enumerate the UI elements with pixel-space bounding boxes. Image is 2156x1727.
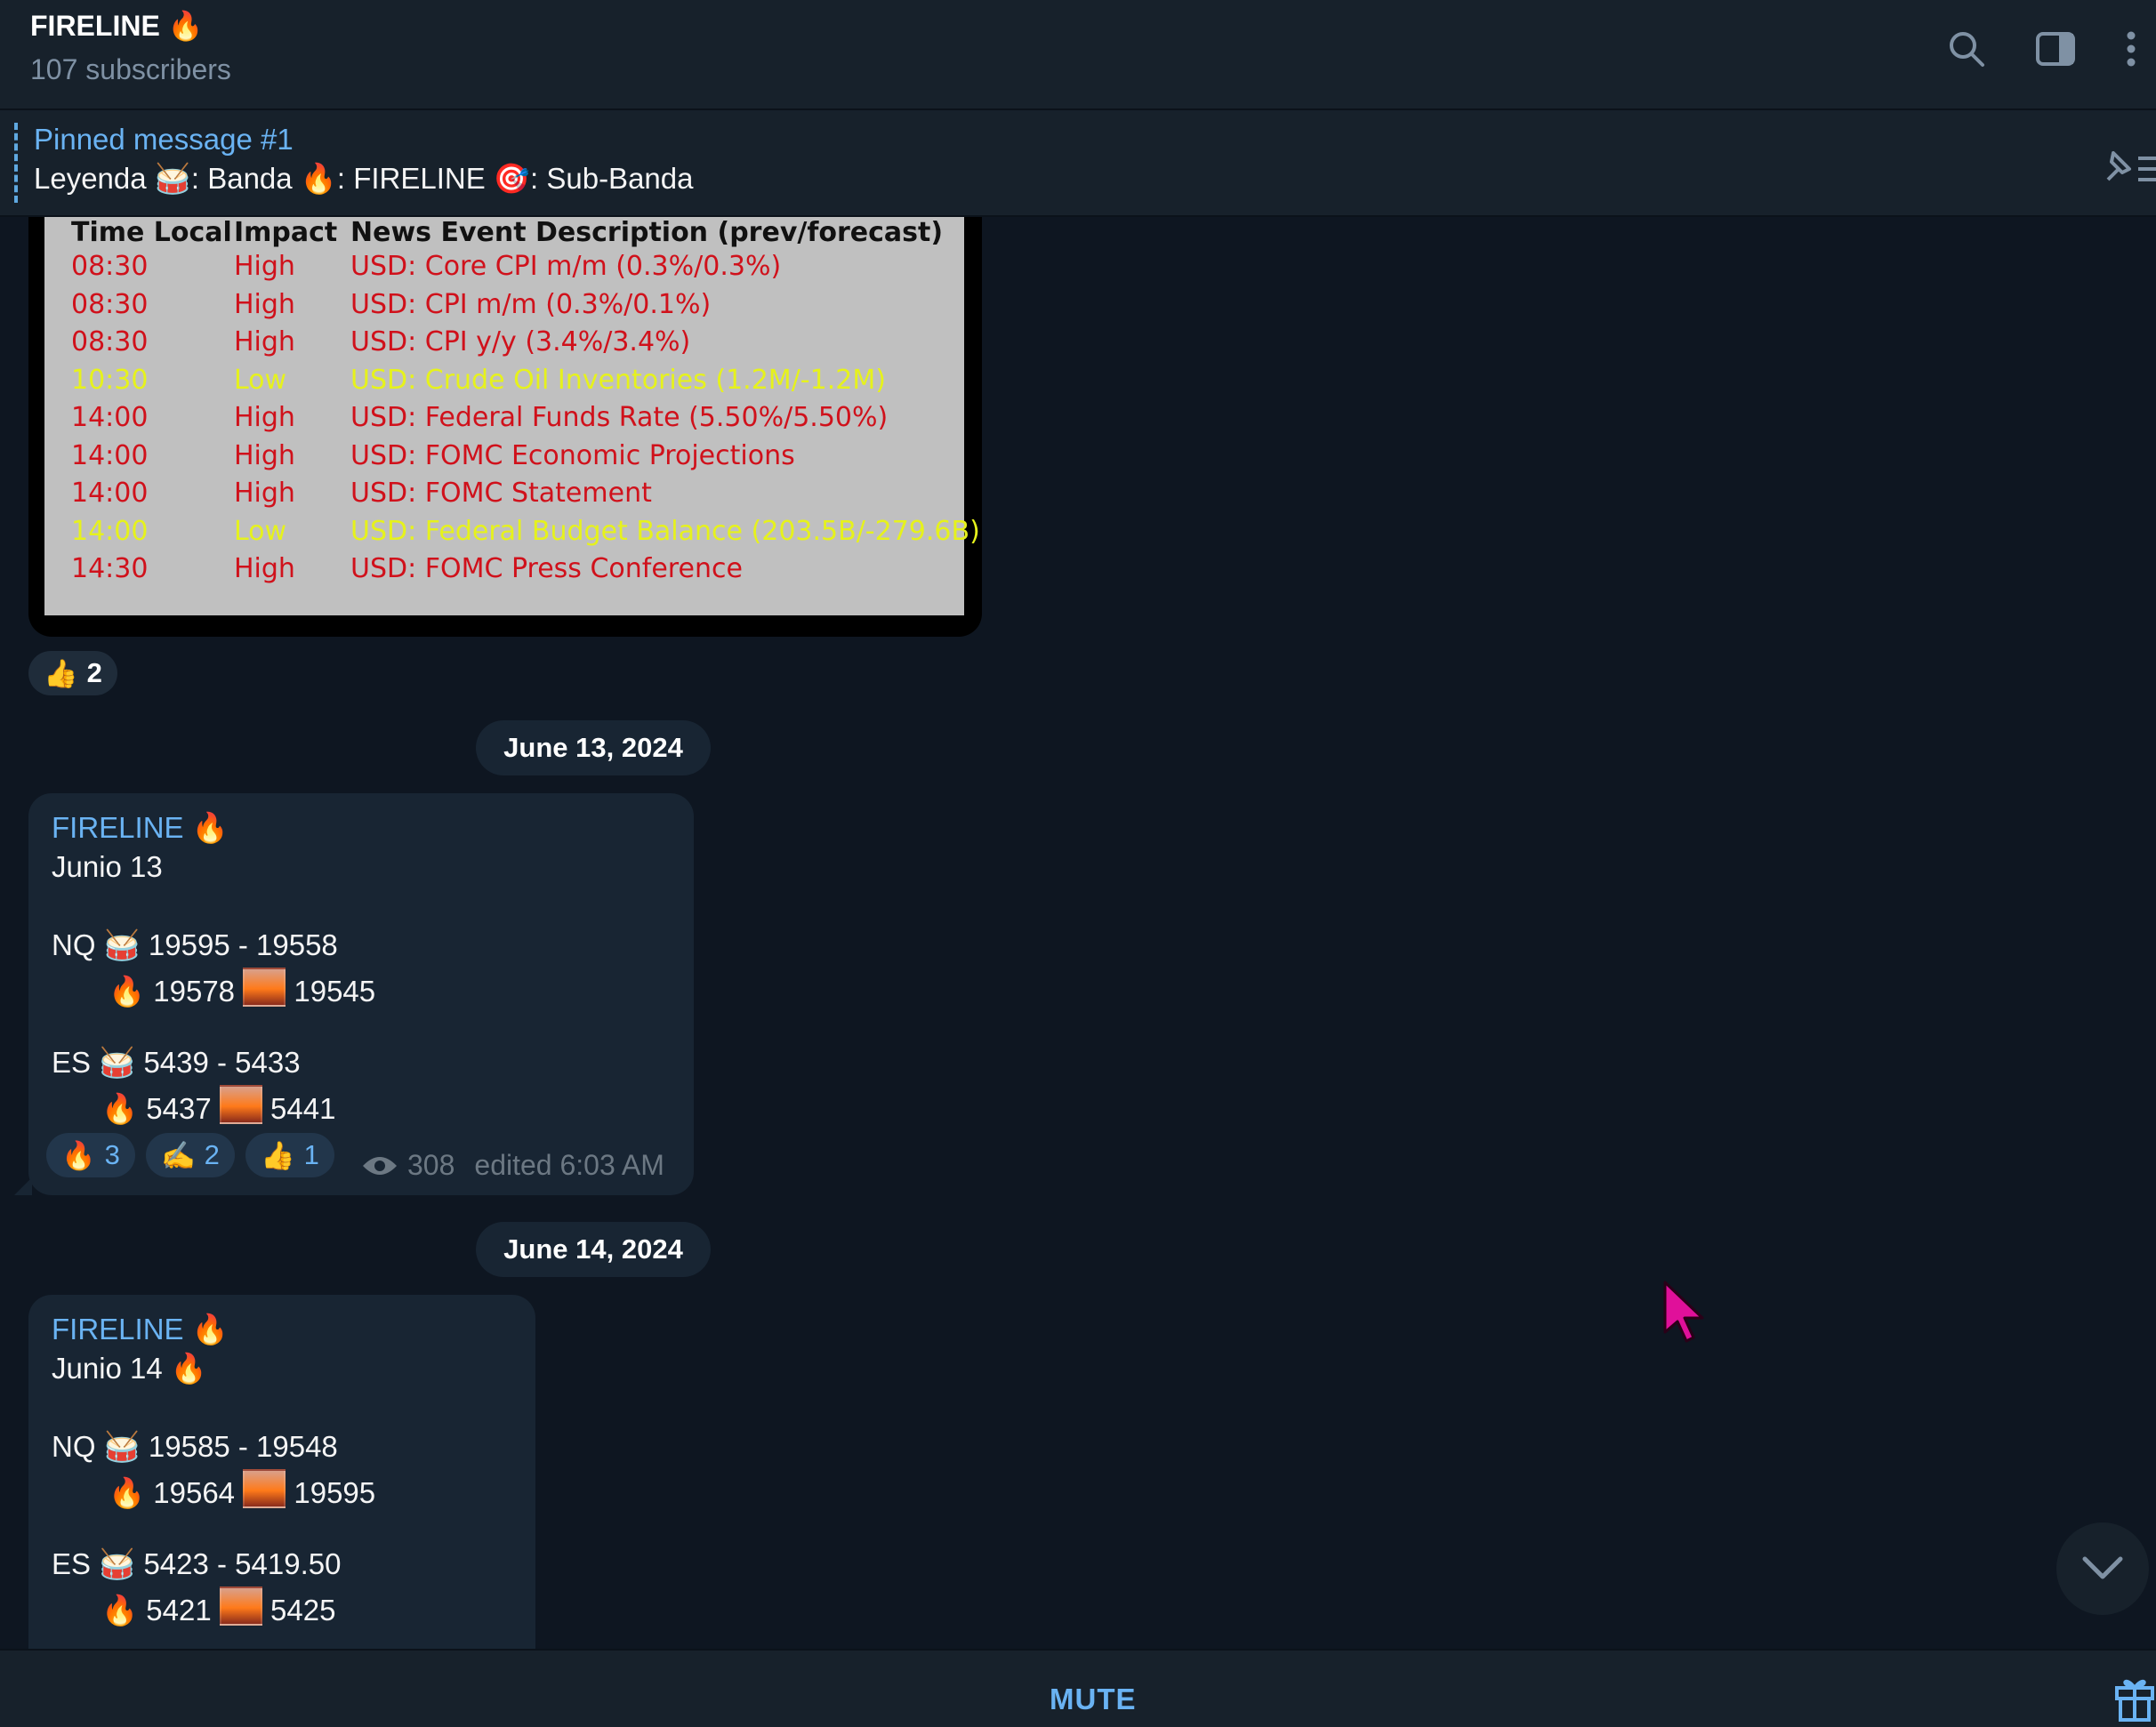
pinned-list-icon[interactable] [2099,146,2156,191]
reaction-emoji: 🔥 [61,1139,96,1171]
news-time-cell: 10:30 [71,364,149,396]
news-header-impact: Impact [234,217,338,248]
sunset-icon [219,1586,262,1626]
message-sender[interactable]: FIRELINE 🔥 [52,1313,229,1347]
sunset-icon [243,968,286,1007]
news-impact-cell: Low [234,515,287,547]
nq-sunset-level: 19545 [294,975,376,1008]
nq-range: NQ 🥁 19585 - 19548 [52,1430,338,1463]
message-title: Junio 13 [52,850,163,883]
edited-time: edited 6:03 AM [474,1149,664,1181]
nq-sunset-level: 19595 [294,1476,376,1509]
nq-fire-level: 19578 [153,975,236,1008]
search-icon[interactable] [1944,27,1989,71]
es-levels: 🔥 5437 5441 [101,1085,335,1127]
mouse-cursor-icon [1661,1281,1708,1349]
news-time-cell: 14:00 [71,515,149,547]
pinned-message-bar[interactable]: Pinned message #1 Leyenda 🥁: Banda 🔥: FI… [0,110,2156,217]
sunset-icon [219,1085,262,1124]
mute-button[interactable]: MUTE [1050,1683,1137,1716]
reaction-writing-hand[interactable]: ✍️ 2 [146,1133,235,1177]
reaction-count: 2 [204,1139,220,1170]
date-separator: June 13, 2024 [476,720,711,775]
news-desc-cell: USD: CPI y/y (3.4%/3.4%) [350,326,691,357]
es-levels: 🔥 5421 5425 [101,1586,335,1628]
reaction-thumbs-up[interactable]: 👍 1 [245,1133,334,1177]
sidebar-toggle-icon[interactable] [2033,27,2078,71]
subscriber-count: 107 subscribers [30,53,231,85]
sunset-icon [243,1469,286,1508]
es-fire-level: 5421 [146,1594,212,1627]
news-impact-cell: High [234,478,295,509]
reaction-emoji: 👍 [261,1139,295,1171]
news-desc-cell: USD: FOMC Press Conference [350,553,743,584]
news-time-cell: 14:00 [71,439,149,471]
pinned-indicator [14,123,21,203]
news-desc-cell: USD: Federal Budget Balance (203.5B/-279… [350,515,980,547]
news-impact-cell: High [234,251,295,282]
news-impact-cell: High [234,439,295,471]
scroll-to-bottom-button[interactable] [2056,1522,2149,1615]
news-desc-cell: USD: FOMC Economic Projections [350,439,795,471]
news-impact-cell: High [234,326,295,357]
es-range: ES 🥁 5439 - 5433 [52,1046,301,1079]
reaction-fire[interactable]: 🔥 3 [46,1133,135,1177]
news-desc-cell: USD: Core CPI m/m (0.3%/0.3%) [350,251,782,282]
nq-range: NQ 🥁 19595 - 19558 [52,928,338,961]
nq-levels: 🔥 19564 19595 [109,1469,375,1511]
pinned-text: Leyenda 🥁: Banda 🔥: FIRELINE 🎯: Sub-Band… [34,162,694,195]
nq-fire-level: 19564 [153,1476,236,1509]
gift-icon[interactable] [2113,1672,2156,1726]
reaction-emoji: ✍️ [161,1139,196,1171]
chevron-down-icon [2082,1556,2123,1579]
news-header-desc: News Event Description (prev/forecast) [350,217,944,248]
message-meta: 308 edited 6:03 AM [361,1149,664,1182]
news-desc-cell: USD: Crude Oil Inventories (1.2M/-1.2M) [350,364,886,396]
es-sunset-level: 5425 [270,1594,336,1627]
nq-levels: 🔥 19578 19545 [109,968,375,1009]
news-time-cell: 08:30 [71,251,149,282]
news-desc-cell: USD: Federal Funds Rate (5.50%/5.50%) [350,402,889,433]
reaction-count: 1 [303,1139,319,1170]
es-sunset-level: 5441 [270,1092,336,1125]
es-range: ES 🥁 5423 - 5419.50 [52,1547,342,1580]
reaction-emoji: 👍 [44,657,78,689]
news-table: Time Local Impact News Event Description… [44,217,980,615]
news-impact-cell: Low [234,364,287,396]
news-impact-cell: High [234,553,295,584]
message-title: Junio 14 🔥 [52,1352,208,1385]
eye-icon [363,1156,397,1175]
news-time-cell: 14:00 [71,478,149,509]
message-bubble[interactable]: FIRELINE 🔥 Junio 14 🔥 NQ 🥁 19585 - 19548… [28,1295,535,1668]
message-sender[interactable]: FIRELINE 🔥 [52,811,229,846]
reaction-thumbs-up[interactable]: 👍 2 [28,651,117,695]
reaction-count: 3 [104,1139,120,1170]
es-fire-level: 5437 [146,1092,212,1125]
news-time-cell: 08:30 [71,288,149,320]
news-desc-cell: USD: FOMC Statement [350,478,652,509]
pinned-title: Pinned message #1 [34,123,294,156]
date-separator: June 14, 2024 [476,1222,711,1277]
bubble-tail [14,1177,32,1195]
news-header-time: Time Local [71,217,232,248]
news-time-cell: 08:30 [71,326,149,357]
chat-header: FIRELINE 🔥 107 subscribers [0,0,2156,110]
reaction-count: 2 [86,657,102,688]
message-bubble[interactable]: FIRELINE 🔥 Junio 13 NQ 🥁 19595 - 19558 🔥… [14,793,694,1195]
more-vert-icon[interactable] [2113,27,2149,71]
news-time-cell: 14:00 [71,402,149,433]
news-desc-cell: USD: CPI m/m (0.3%/0.1%) [350,288,712,320]
news-time-cell: 14:30 [71,553,149,584]
channel-title[interactable]: FIRELINE 🔥 [30,9,204,43]
view-count: 308 [407,1149,455,1181]
news-impact-cell: High [234,288,295,320]
news-calendar-image[interactable]: Time Local Impact News Event Description… [28,217,982,637]
news-impact-cell: High [234,402,295,433]
